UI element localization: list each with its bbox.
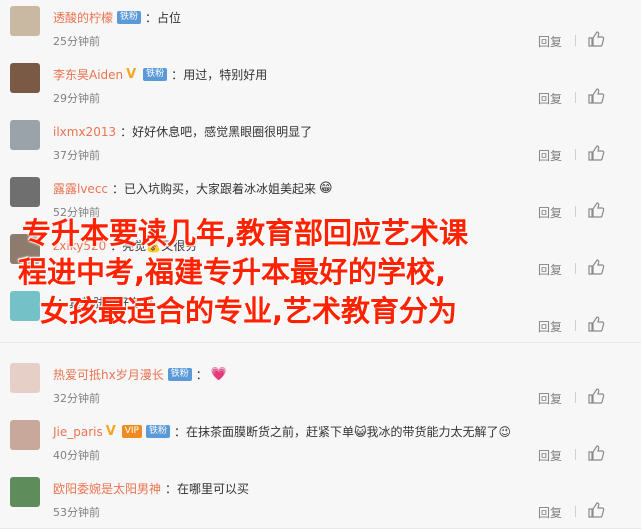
fan-badge: 铁粉	[143, 68, 168, 81]
reply-button[interactable]: 回复	[538, 33, 562, 50]
heart-emoji-icon: 💗	[210, 367, 227, 382]
thumbs-up-icon[interactable]	[587, 315, 605, 333]
comment-row: ： 真美肤，好专业 回复	[0, 285, 641, 343]
timestamp: 37分钟前	[53, 149, 100, 162]
fan-badge: 铁粉	[167, 368, 192, 381]
comment-row: 热爱可抵hx岁月漫长 铁粉 ： 💗 32分钟前 回复	[0, 357, 641, 415]
comment-header: ilxmx2013 ： 好好休息吧，感觉黑眼圈很明显了	[53, 123, 312, 140]
comment-text: 已入坑购买，大家跟着冰冰姐美起来	[124, 182, 317, 196]
colon-separator: ：	[112, 182, 125, 196]
reply-button[interactable]: 回复	[538, 147, 562, 164]
comment-row: ilxmx2013 ： 好好休息吧，感觉黑眼圈很明显了 37分钟前 回复	[0, 114, 641, 172]
timestamp: 53分钟前	[53, 506, 100, 519]
comment-header: 热爱可抵hx岁月漫长 铁粉 ： 💗	[53, 366, 227, 383]
thumbs-up-icon[interactable]	[587, 444, 605, 462]
comment-text: 在哪里可以买	[177, 482, 250, 496]
comment-header: ： 真美肤，好专业	[53, 294, 153, 311]
reply-button[interactable]: 回复	[538, 504, 562, 521]
thumbs-up-icon[interactable]	[587, 501, 605, 519]
thumbs-up-icon[interactable]	[587, 144, 605, 162]
colon-separator: ：	[171, 68, 184, 82]
avatar[interactable]	[10, 120, 40, 150]
comment-row: 透酸的柠檬 铁粉 ： 占位 25分钟前 回复	[0, 0, 641, 58]
divider	[575, 35, 576, 46]
comment-text: 用过，特别好用	[183, 68, 268, 82]
reply-button[interactable]: 回复	[538, 261, 562, 278]
colon-separator: ：	[145, 11, 158, 25]
username-link[interactable]: ilxmx2013	[53, 125, 116, 139]
divider	[575, 263, 576, 274]
divider	[575, 320, 576, 331]
colon-separator: ：	[195, 368, 208, 382]
avatar[interactable]	[10, 291, 40, 321]
divider	[575, 449, 576, 460]
username-link[interactable]: 透酸的柠檬	[53, 9, 113, 26]
timestamp: 52分钟前	[53, 206, 100, 219]
comment-text: 占位	[157, 11, 182, 25]
username-link[interactable]: 欧阳委婉是太阳男神	[53, 480, 161, 497]
avatar[interactable]	[10, 177, 40, 207]
comment-header: 露露lvecc ： 已入坑购买，大家跟着冰冰姐美起来 😁	[53, 180, 333, 197]
reply-button[interactable]: 回复	[538, 90, 562, 107]
comment-list: 透酸的柠檬 铁粉 ： 占位 25分钟前 回复 李东昊Aiden V 铁粉 ： 用…	[0, 0, 641, 529]
colon-separator: ：	[57, 296, 70, 310]
divider	[575, 206, 576, 217]
comment-header: 欧阳委婉是太阳男神 ： 在哪里可以买	[53, 480, 249, 497]
verified-icon: V	[126, 67, 137, 82]
comment-text: 亮觉💰又很穷	[122, 239, 198, 253]
comment-header: 透酸的柠檬 铁粉 ： 占位	[53, 9, 181, 26]
username-link[interactable]: zxiky520	[53, 239, 106, 253]
comment-row: 露露lvecc ： 已入坑购买，大家跟着冰冰姐美起来 😁 52分钟前 回复	[0, 171, 641, 229]
comment-row: 李东昊Aiden V 铁粉 ： 用过，特别好用 29分钟前 回复	[0, 57, 641, 115]
vip-badge: VIP	[121, 425, 142, 438]
timestamp: 29分钟前	[53, 92, 100, 105]
reply-button[interactable]: 回复	[538, 390, 562, 407]
grin-emoji-icon: 😁	[319, 181, 333, 196]
verified-icon: V	[105, 424, 116, 439]
colon-separator: ：	[120, 125, 133, 139]
fan-badge: 铁粉	[117, 11, 142, 24]
timestamp: 25分钟前	[53, 35, 100, 48]
colon-separator: ：	[110, 239, 123, 253]
reply-button[interactable]: 回复	[538, 447, 562, 464]
thumbs-up-icon[interactable]	[587, 87, 605, 105]
comment-header: 李东昊Aiden V 铁粉 ： 用过，特别好用	[53, 66, 267, 83]
avatar[interactable]	[10, 477, 40, 507]
comment-row: Jie_paris V VIP 铁粉 ： 在抹茶面膜断货之前，赶紧下单😺我冰的带…	[0, 414, 641, 472]
username-link[interactable]: 露露lvecc	[53, 180, 108, 197]
comment-row: zxiky520 ： 亮觉💰又很穷 回复	[0, 228, 641, 286]
reply-button[interactable]: 回复	[538, 318, 562, 335]
divider	[575, 506, 576, 517]
avatar[interactable]	[10, 363, 40, 393]
colon-separator: ：	[174, 425, 187, 439]
thumbs-up-icon[interactable]	[587, 30, 605, 48]
thumbs-up-icon[interactable]	[587, 258, 605, 276]
thumbs-up-icon[interactable]	[587, 387, 605, 405]
comment-text: 好好休息吧，感觉黑眼圈很明显了	[132, 125, 313, 139]
comment-header: Jie_paris V VIP 铁粉 ： 在抹茶面膜断货之前，赶紧下单😺我冰的带…	[53, 423, 511, 440]
avatar[interactable]	[10, 63, 40, 93]
divider	[575, 92, 576, 103]
username-link[interactable]: Jie_paris	[53, 425, 103, 439]
avatar[interactable]	[10, 420, 40, 450]
colon-separator: ：	[165, 482, 178, 496]
avatar[interactable]	[10, 6, 40, 36]
comment-row: 欧阳委婉是太阳男神 ： 在哪里可以买 53分钟前 回复	[0, 471, 641, 529]
fan-badge: 铁粉	[146, 425, 171, 438]
timestamp: 40分钟前	[53, 449, 100, 462]
thumbs-up-icon[interactable]	[587, 201, 605, 219]
divider	[575, 149, 576, 160]
username-link[interactable]: 李东昊Aiden	[53, 66, 123, 83]
avatar[interactable]	[10, 234, 40, 264]
comment-header: zxiky520 ： 亮觉💰又很穷	[53, 237, 197, 254]
comment-text: 在抹茶面膜断货之前，赶紧下单😺我冰的带货能力太无解了😉	[186, 425, 512, 439]
username-link[interactable]: 热爱可抵hx岁月漫长	[53, 366, 164, 383]
timestamp: 32分钟前	[53, 392, 100, 405]
reply-button[interactable]: 回复	[538, 204, 562, 221]
divider	[575, 392, 576, 403]
comment-text: 真美肤，好专业	[69, 296, 154, 310]
